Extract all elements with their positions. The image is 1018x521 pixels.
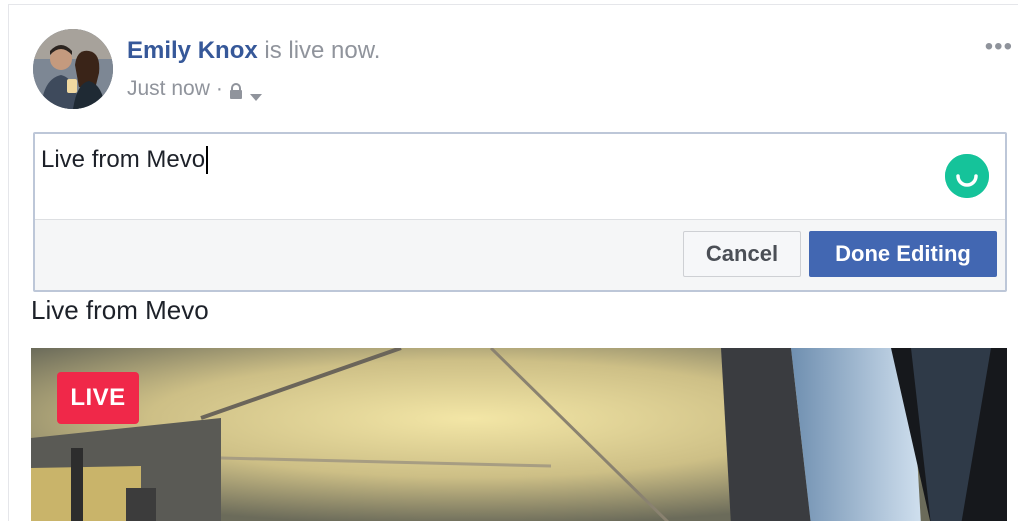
- timestamp[interactable]: Just now: [127, 77, 210, 101]
- more-options-icon[interactable]: •••: [985, 35, 1013, 59]
- live-video[interactable]: LIVE: [31, 348, 1007, 521]
- post-header: Emily Knox is live now.: [127, 37, 380, 65]
- live-post-card: Emily Knox is live now. Just now · ••• L…: [8, 4, 1018, 521]
- post-text: Live from Mevo: [31, 295, 209, 325]
- lock-icon: [229, 81, 243, 99]
- chevron-down-icon[interactable]: [249, 84, 263, 101]
- cancel-button[interactable]: Cancel: [683, 231, 801, 277]
- post-edit-input[interactable]: Live from Mevo: [41, 146, 209, 174]
- text-cursor: [206, 146, 209, 174]
- live-status-text: is live now.: [257, 37, 381, 64]
- grammarly-icon[interactable]: [945, 154, 989, 198]
- post-edit-value: Live from Mevo: [41, 146, 206, 173]
- avatar[interactable]: [33, 29, 113, 109]
- live-badge: LIVE: [57, 372, 139, 424]
- video-frame: [31, 348, 1007, 521]
- done-editing-button[interactable]: Done Editing: [809, 231, 997, 277]
- edit-actions-bar: Cancel Done Editing: [35, 219, 1005, 290]
- post-edit-box: Live from Mevo Cancel Done Editing: [33, 132, 1007, 292]
- meta-separator: ·: [215, 77, 223, 100]
- post-meta: Just now ·: [127, 77, 263, 101]
- author-name[interactable]: Emily Knox: [127, 37, 258, 64]
